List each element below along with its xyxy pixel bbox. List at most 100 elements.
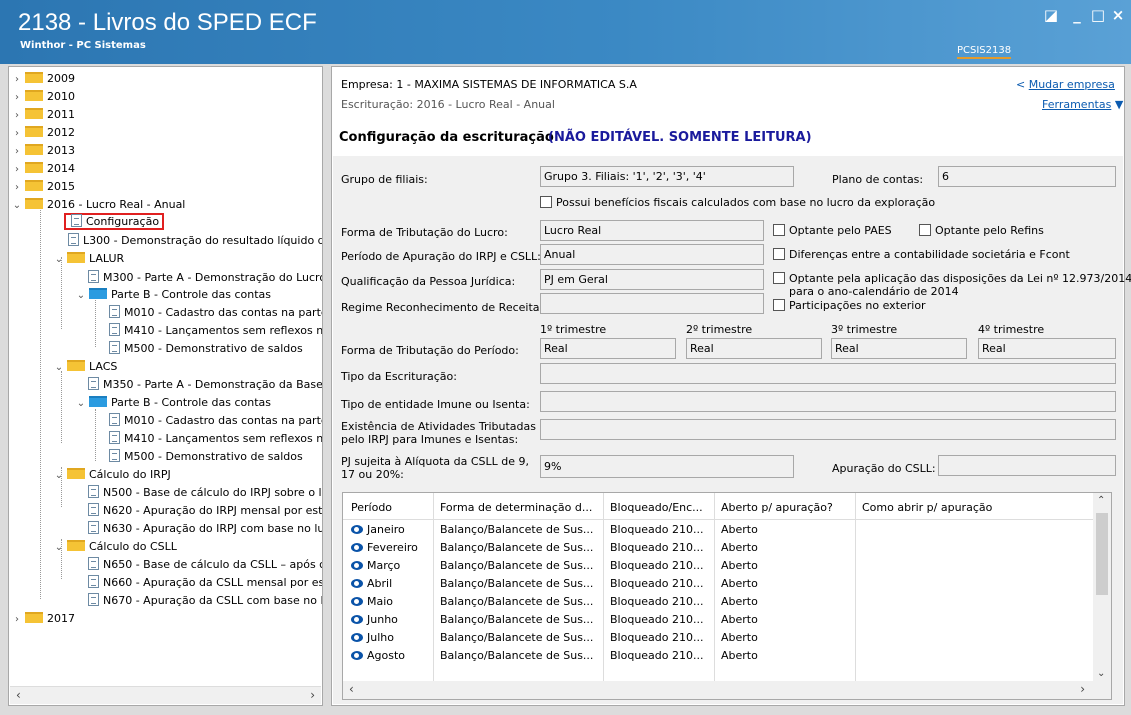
chevron-down-icon[interactable]: ⌄ xyxy=(53,360,65,376)
tree-year-2017[interactable]: › 2017 xyxy=(11,611,75,627)
grid-header-como-abrir[interactable]: Como abrir p/ apuração xyxy=(862,501,992,514)
plano-contas-field[interactable]: 6 xyxy=(938,166,1116,187)
tree-item-n670[interactable]: N670 - Apuração da CSLL com base no lu xyxy=(86,593,322,609)
tree-item-m300[interactable]: M300 - Parte A - Demonstração do Lucro xyxy=(86,270,322,286)
aliquota-field[interactable]: 9% xyxy=(540,455,794,478)
chevron-down-icon[interactable]: ⌄ xyxy=(53,468,65,484)
scroll-left-icon[interactable]: ‹ xyxy=(16,688,21,702)
tree-year-2013[interactable]: › 2013 xyxy=(11,143,75,159)
trimestre-4-field[interactable]: Real xyxy=(978,338,1116,359)
chevron-down-icon[interactable]: ⌄ xyxy=(53,252,65,268)
chevron-right-icon[interactable]: › xyxy=(11,108,23,124)
table-row[interactable]: Janeiro Balanço/Balancete de Sus... Bloq… xyxy=(343,521,1093,539)
checkbox-box[interactable] xyxy=(773,299,785,311)
tree-item-m010-lacs[interactable]: M010 - Cadastro das contas na parte xyxy=(107,413,322,429)
chevron-right-icon[interactable]: › xyxy=(11,72,23,88)
trimestre-1-field[interactable]: Real xyxy=(540,338,676,359)
ferramentas-menu[interactable]: Ferramentas ▼ xyxy=(1042,98,1123,111)
tree-item-m410-lacs[interactable]: M410 - Lançamentos sem reflexos na xyxy=(107,431,322,447)
beneficios-checkbox[interactable]: Possui benefícios fiscais calculados com… xyxy=(540,196,935,209)
eye-icon[interactable] xyxy=(351,633,363,642)
tree-item-m500-lacs[interactable]: M500 - Demonstrativo de saldos xyxy=(107,449,303,465)
scroll-right-icon[interactable]: › xyxy=(310,688,315,702)
table-row[interactable]: Março Balanço/Balancete de Sus... Bloque… xyxy=(343,557,1093,575)
tree-item-m350[interactable]: M350 - Parte A - Demonstração da Base xyxy=(86,377,322,393)
chevron-right-icon[interactable]: › xyxy=(11,180,23,196)
chevron-down-icon[interactable]: ⌄ xyxy=(53,540,65,556)
restore-icon[interactable]: ◪ xyxy=(1040,6,1062,24)
minimize-icon[interactable]: _ xyxy=(1066,6,1088,24)
tipo-entidade-field[interactable] xyxy=(540,391,1116,412)
tree-item-n650[interactable]: N650 - Base de cálculo da CSLL – após co xyxy=(86,557,322,573)
eye-icon[interactable] xyxy=(351,615,363,624)
ferramentas-link[interactable]: Ferramentas xyxy=(1042,98,1111,111)
checkbox-box[interactable] xyxy=(919,224,931,236)
table-row[interactable]: Julho Balanço/Balancete de Sus... Bloque… xyxy=(343,629,1093,647)
lei-12973-checkbox[interactable]: Optante pela aplicação das disposições d… xyxy=(773,272,1131,285)
tree-year-2011[interactable]: › 2011 xyxy=(11,107,75,123)
paes-checkbox[interactable]: Optante pelo PAES xyxy=(773,224,892,237)
tree-folder-lacs[interactable]: ⌄ LACS xyxy=(53,359,117,375)
chevron-right-icon[interactable]: › xyxy=(11,126,23,142)
tree-horizontal-scrollbar[interactable]: ‹ › xyxy=(10,686,321,704)
tree-item-n660[interactable]: N660 - Apuração da CSLL mensal por est xyxy=(86,575,322,591)
navigation-tree[interactable]: › 2009 › 2010 › 2011 › 2012 › 2013 › 2014 › 201… xyxy=(8,66,323,706)
trimestre-2-field[interactable]: Real xyxy=(686,338,822,359)
chevron-down-icon[interactable]: ⌄ xyxy=(75,288,87,304)
checkbox-box[interactable] xyxy=(773,272,785,284)
regime-field[interactable] xyxy=(540,293,764,314)
table-row[interactable]: Junho Balanço/Balancete de Sus... Bloque… xyxy=(343,611,1093,629)
grid-horizontal-scrollbar[interactable]: ‹ › xyxy=(343,681,1111,699)
tree-item-m500[interactable]: M500 - Demonstrativo de saldos xyxy=(107,341,303,357)
grid-header-bloqueado[interactable]: Bloqueado/Enc... xyxy=(610,501,703,514)
checkbox-box[interactable] xyxy=(773,224,785,236)
checkbox-box[interactable] xyxy=(773,248,785,260)
eye-icon[interactable] xyxy=(351,543,363,552)
scroll-right-icon[interactable]: › xyxy=(1080,682,1085,696)
scroll-down-icon[interactable]: ⌄ xyxy=(1097,668,1105,679)
eye-icon[interactable] xyxy=(351,579,363,588)
qualificacao-field[interactable]: PJ em Geral xyxy=(540,269,764,290)
scroll-up-icon[interactable]: ⌃ xyxy=(1097,495,1105,506)
participacoes-checkbox[interactable]: Participações no exterior xyxy=(773,299,926,312)
mudar-empresa-link-wrap[interactable]: < Mudar empresa xyxy=(1016,78,1115,91)
scroll-left-icon[interactable]: ‹ xyxy=(349,682,354,696)
tree-folder-lalur[interactable]: ⌄ LALUR xyxy=(53,251,124,267)
table-row[interactable]: Agosto Balanço/Balancete de Sus... Bloqu… xyxy=(343,647,1093,665)
eye-icon[interactable] xyxy=(351,597,363,606)
chevron-right-icon[interactable]: › xyxy=(11,612,23,628)
tree-year-2015[interactable]: › 2015 xyxy=(11,179,75,195)
tree-item-configuracao[interactable]: Configuração xyxy=(64,213,165,230)
chevron-right-icon[interactable]: › xyxy=(11,90,23,106)
grid-vertical-scrollbar[interactable]: ⌃ ⌄ xyxy=(1093,493,1111,681)
chevron-down-icon[interactable]: ⌄ xyxy=(75,396,87,412)
chevron-down-icon[interactable]: ⌄ xyxy=(11,198,23,214)
tree-folder-irpj[interactable]: ⌄ Cálculo do IRPJ xyxy=(53,467,171,483)
trimestre-3-field[interactable]: Real xyxy=(831,338,967,359)
chevron-right-icon[interactable]: › xyxy=(11,144,23,160)
tree-folder-parteb[interactable]: ⌄ Parte B - Controle das contas xyxy=(75,287,271,303)
tree-item-l300[interactable]: L300 - Demonstração do resultado líquido… xyxy=(66,233,322,249)
maximize-icon[interactable]: □ xyxy=(1087,6,1109,24)
tree-item-m010[interactable]: M010 - Cadastro das contas na parte xyxy=(107,305,322,321)
grid-header-forma[interactable]: Forma de determinação d... xyxy=(440,501,592,514)
grid-header-periodo[interactable]: Período xyxy=(351,501,392,514)
tree-item-m410[interactable]: M410 - Lançamentos sem reflexos na xyxy=(107,323,322,339)
close-icon[interactable]: × xyxy=(1107,6,1129,24)
table-row[interactable]: Fevereiro Balanço/Balancete de Sus... Bl… xyxy=(343,539,1093,557)
scroll-thumb[interactable] xyxy=(1096,513,1108,595)
diferencas-checkbox[interactable]: Diferenças entre a contabilidade societá… xyxy=(773,248,1070,261)
tree-year-2012[interactable]: › 2012 xyxy=(11,125,75,141)
apuracao-csll-field[interactable] xyxy=(938,455,1116,476)
tipo-escrituracao-field[interactable] xyxy=(540,363,1116,384)
eye-icon[interactable] xyxy=(351,651,363,660)
refins-checkbox[interactable]: Optante pelo Refins xyxy=(919,224,1044,237)
checkbox-box[interactable] xyxy=(540,196,552,208)
tree-year-2014[interactable]: › 2014 xyxy=(11,161,75,177)
tree-folder-parteb-lacs[interactable]: ⌄ Parte B - Controle das contas xyxy=(75,395,271,411)
forma-tributacao-field[interactable]: Lucro Real xyxy=(540,220,764,241)
mudar-empresa-link[interactable]: Mudar empresa xyxy=(1029,78,1115,91)
periodo-apuracao-field[interactable]: Anual xyxy=(540,244,764,265)
tree-item-n620[interactable]: N620 - Apuração do IRPJ mensal por esti xyxy=(86,503,322,519)
table-row[interactable]: Maio Balanço/Balancete de Sus... Bloquea… xyxy=(343,593,1093,611)
